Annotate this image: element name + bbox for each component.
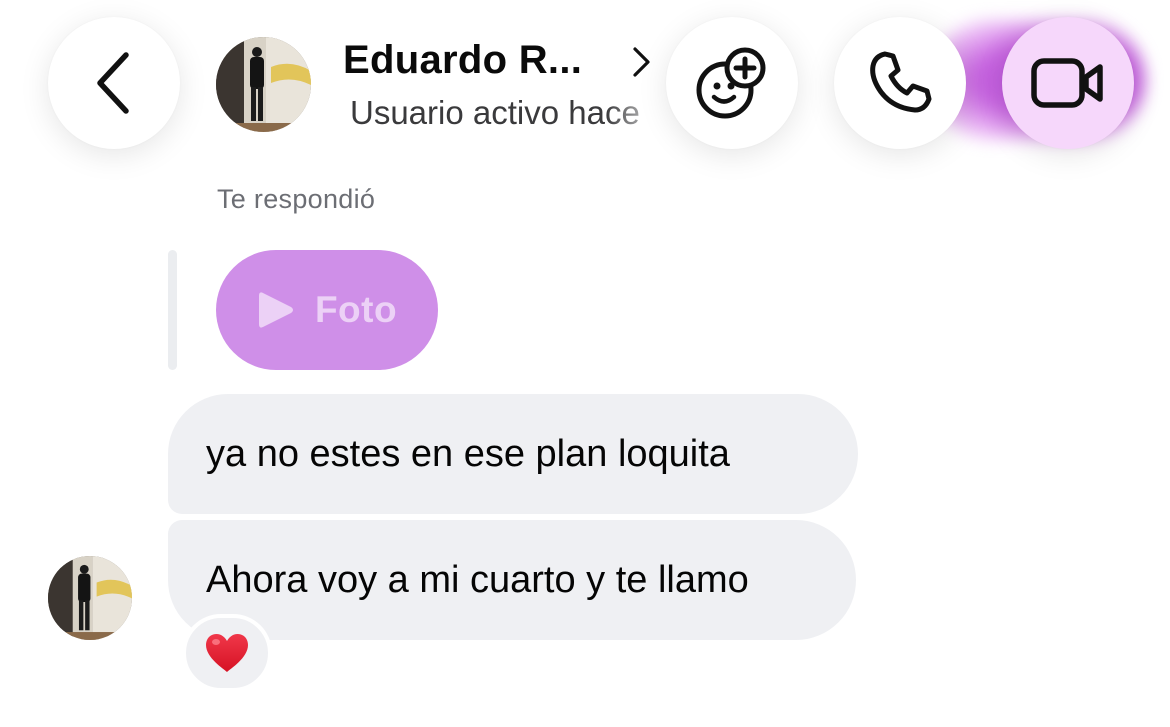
back-button[interactable] xyxy=(48,17,180,149)
contact-name[interactable]: Eduardo R... xyxy=(343,38,582,83)
chevron-right-icon[interactable] xyxy=(628,44,654,80)
phone-icon xyxy=(870,51,932,113)
call-button[interactable] xyxy=(834,17,966,149)
message-reaction[interactable] xyxy=(182,614,272,692)
heart-icon xyxy=(206,634,248,672)
contact-status: Usuario activo hace xyxy=(350,94,640,131)
message-bubble[interactable]: ya no estes en ese plan loquita xyxy=(168,394,858,514)
effects-button[interactable] xyxy=(666,17,798,149)
replied-photo-label: Foto xyxy=(314,289,398,330)
chat-screen: Eduardo R... Usuario activo hace Te resp… xyxy=(0,0,1170,727)
reply-quote-bar xyxy=(168,250,177,370)
play-icon xyxy=(258,292,293,328)
face-plus-icon xyxy=(696,47,766,119)
chevron-left-icon xyxy=(97,52,129,114)
reply-context-label: Te respondió xyxy=(217,184,376,214)
contact-avatar[interactable] xyxy=(216,37,311,132)
video-camera-icon xyxy=(1031,58,1103,108)
sender-avatar[interactable] xyxy=(48,556,132,640)
message-bubble[interactable]: Ahora voy a mi cuarto y te llamo xyxy=(168,520,856,640)
replied-photo-bubble[interactable]: Foto xyxy=(216,250,438,370)
video-call-button[interactable] xyxy=(1002,17,1134,149)
chat-header: Eduardo R... Usuario activo hace xyxy=(0,0,1170,180)
